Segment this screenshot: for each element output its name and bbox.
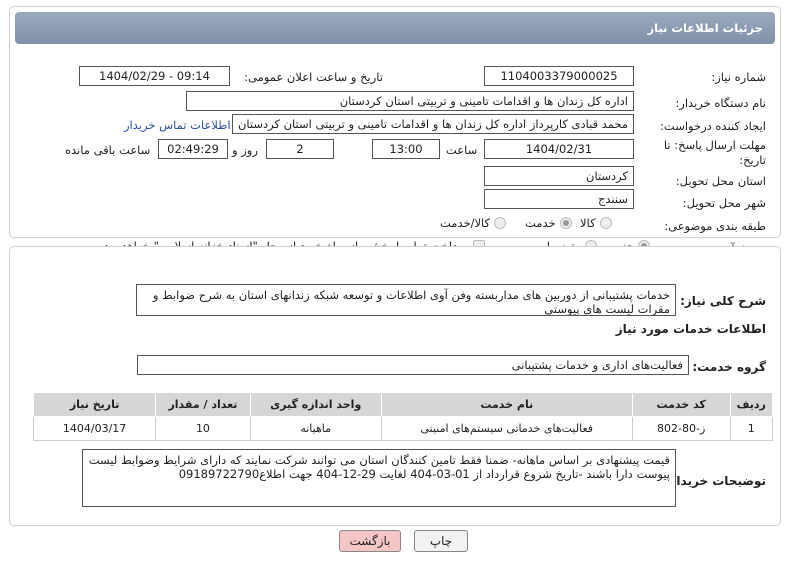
services-title: اطلاعات خدمات مورد نیاز — [615, 322, 766, 336]
remaining-days-field: 2 — [266, 139, 334, 159]
category-goods-service-radio[interactable] — [494, 217, 507, 229]
buyer-org-field: اداره کل زندان ها و اقدامات تامینی و ترب… — [186, 91, 634, 111]
col-quantity: تعداد / مقدار — [155, 392, 251, 417]
summary-textarea[interactable]: خدمات پشتیبانی از دوربین های مداربسته وف… — [136, 284, 676, 316]
summary-label: شرح کلی نیاز: — [680, 294, 766, 308]
col-row: ردیف — [729, 392, 774, 417]
category-option-goods[interactable]: کالا — [580, 216, 612, 230]
announce-label: تاریخ و ساعت اعلان عمومی: — [244, 70, 383, 84]
requester-field: محمد قبادی کارپرداز اداره کل زندان ها و … — [232, 114, 634, 134]
cell-service-code: ز-80-802 — [631, 416, 731, 441]
category-label: طبقه بندی موضوعی: — [664, 219, 766, 233]
category-service-radio[interactable] — [559, 217, 572, 229]
service-group-field: فعالیت‌های اداری و خدمات پشتیبانی — [137, 355, 689, 375]
print-button[interactable]: چاپ — [414, 530, 468, 552]
deadline-time-field: 13:00 — [372, 139, 440, 159]
cell-service-name: فعالیت‌های خدماتی سیستم‌های امنیتی — [380, 416, 633, 441]
days-label: روز و — [232, 143, 258, 157]
cell-quantity: 10 — [155, 416, 251, 441]
back-button[interactable]: بازگشت — [339, 530, 401, 552]
city-field: سنندج — [484, 189, 634, 209]
city-label: شهر محل تحویل: — [682, 196, 766, 210]
category-goods-radio[interactable] — [599, 217, 612, 229]
need-number-field: 1104003379000025 — [484, 66, 634, 86]
buyer-notes-label: توضیحات خریدار: — [664, 474, 766, 488]
need-number-label: شماره نیاز: — [711, 70, 766, 84]
category-option-service[interactable]: خدمت — [525, 216, 572, 230]
col-service-code: کد خدمت — [631, 392, 731, 417]
buyer-contact-link[interactable]: اطلاعات تماس خریدار — [124, 118, 231, 132]
province-label: استان محل تحویل: — [675, 174, 766, 188]
buyer-org-label: نام دستگاه خریدار: — [675, 96, 766, 110]
requester-label: ایجاد کننده درخواست: — [660, 119, 766, 133]
services-table: ردیف کد خدمت نام خدمت واحد اندازه گیری ت… — [32, 392, 774, 441]
remaining-label: ساعت باقی مانده — [65, 143, 151, 157]
col-need-date: تاریخ نیاز — [32, 392, 157, 417]
service-group-label: گروه خدمت: — [692, 360, 766, 374]
deadline-time-label: ساعت — [446, 143, 478, 157]
buyer-notes-textarea[interactable]: قیمت پیشنهادی بر اساس ماهانه- ضمنا فقط ت… — [82, 449, 676, 507]
cell-row: 1 — [729, 416, 774, 441]
deadline-label: مهلت ارسال پاسخ: تا تاریخ: — [663, 138, 766, 167]
col-service-name: نام خدمت — [380, 392, 633, 417]
col-unit: واحد اندازه گیری — [249, 392, 382, 417]
province-field: کردستان — [484, 166, 634, 186]
cell-need-date: 1404/03/17 — [32, 416, 157, 441]
table-header-row: ردیف کد خدمت نام خدمت واحد اندازه گیری ت… — [32, 392, 774, 417]
table-row: 1 ز-80-802 فعالیت‌های خدماتی سیستم‌های ا… — [32, 416, 774, 441]
category-option-goods-service[interactable]: کالا/خدمت — [440, 216, 507, 230]
announce-datetime-field: 1404/02/29 - 09:14 — [79, 66, 230, 86]
page-title: جزئیات اطلاعات نیاز — [15, 12, 775, 44]
remaining-time-field: 02:49:29 — [158, 139, 228, 159]
deadline-date-field: 1404/02/31 — [484, 139, 634, 159]
cell-unit: ماهیانه — [249, 416, 382, 441]
